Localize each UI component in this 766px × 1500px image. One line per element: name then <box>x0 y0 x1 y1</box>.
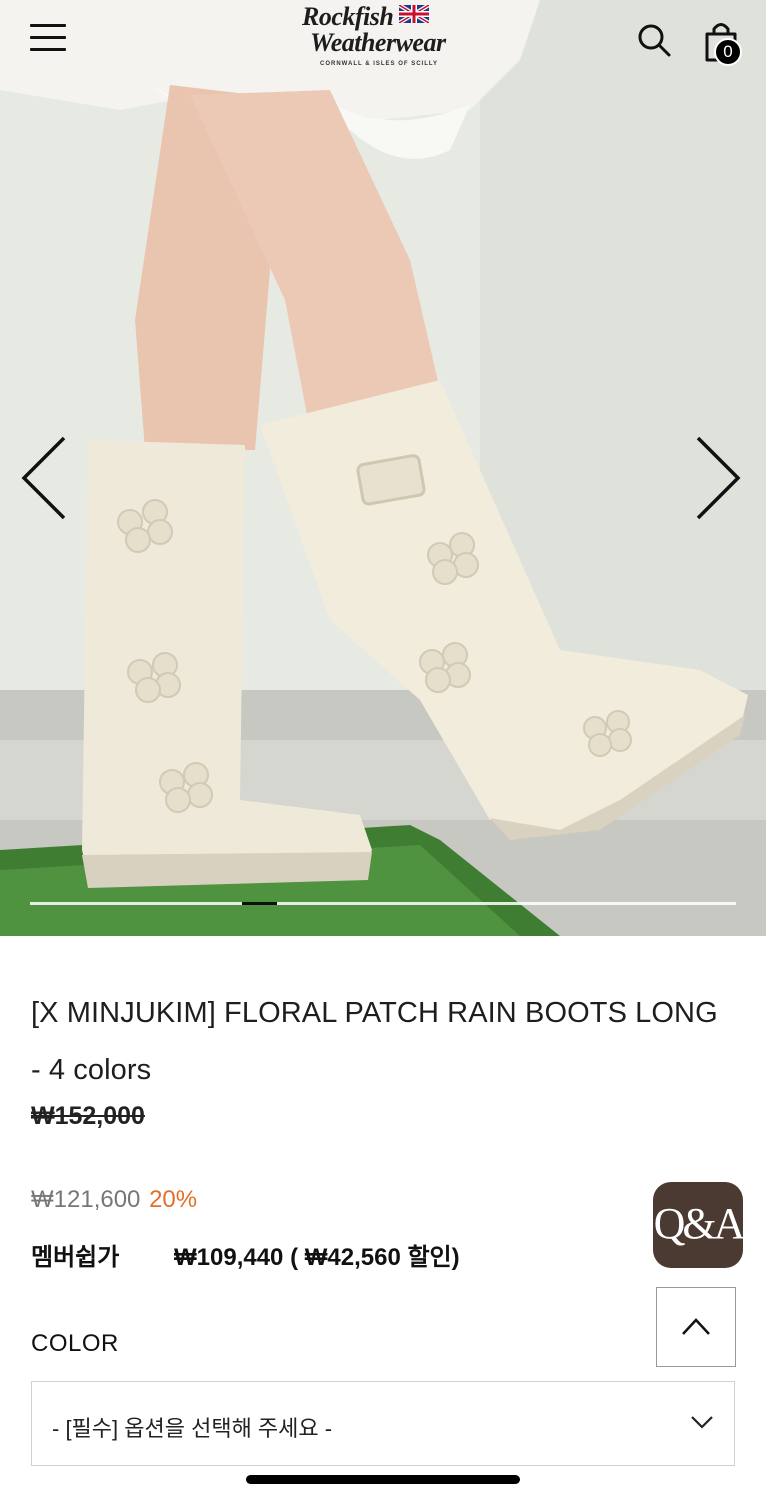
chevron-left-icon[interactable] <box>18 434 68 522</box>
logo-line1: Rockfish <box>302 2 394 31</box>
product-image-gallery[interactable]: Rockfish Weatherwear CORNWALL & ISLES OF… <box>0 0 766 936</box>
color-select-value: - [필수] 옵션을 선택해 주세요 - <box>52 1416 333 1441</box>
menu-icon[interactable] <box>30 24 66 52</box>
search-icon[interactable] <box>636 22 672 58</box>
discount-rate: 20% <box>149 1186 198 1213</box>
chevron-right-icon[interactable] <box>694 434 744 522</box>
logo-line2: Weatherwear <box>310 28 446 57</box>
gallery-progress-bar <box>30 902 736 905</box>
scroll-top-button[interactable] <box>656 1287 736 1367</box>
member-price: ₩109,440 ( ₩42,560 할인) <box>174 1244 460 1271</box>
cart-count-badge: 0 <box>714 38 742 66</box>
gallery-progress-indicator <box>241 902 278 905</box>
uk-flag-icon <box>399 5 430 23</box>
sale-price-row: ₩121,600 20% <box>31 1186 197 1214</box>
chevron-up-icon <box>682 1318 710 1335</box>
member-price-label: 멤버쉽가 <box>31 1244 120 1271</box>
sale-price: ₩121,600 <box>31 1186 141 1213</box>
home-indicator <box>246 1475 520 1484</box>
color-select[interactable]: - [필수] 옵션을 선택해 주세요 - <box>31 1381 735 1466</box>
color-option-label: COLOR <box>31 1330 119 1357</box>
product-photo <box>0 0 766 936</box>
product-title: [X MINJUKIM] FLORAL PATCH RAIN BOOTS LON… <box>31 997 718 1086</box>
qa-button[interactable]: Q&A <box>653 1182 745 1268</box>
brand-logo[interactable]: Rockfish Weatherwear CORNWALL & ISLES OF… <box>290 4 480 74</box>
logo-tagline: CORNWALL & ISLES OF SCILLY <box>320 61 439 67</box>
chevron-down-icon <box>691 1416 713 1429</box>
original-price: ₩152,000 <box>31 1102 145 1130</box>
